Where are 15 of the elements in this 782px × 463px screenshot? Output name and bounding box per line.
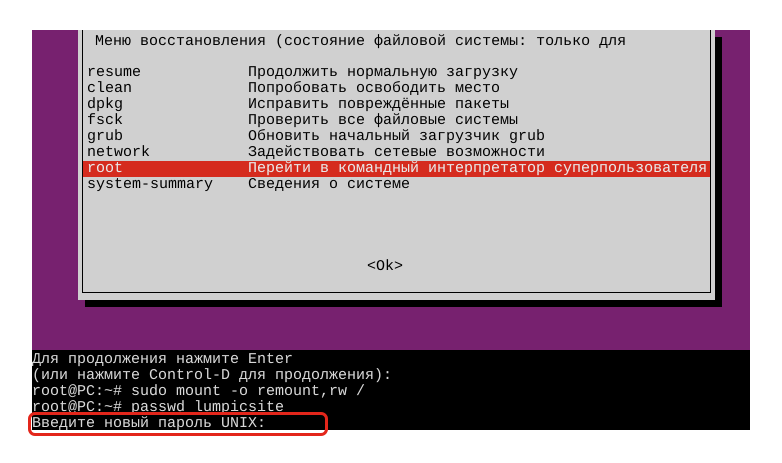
menu-item[interactable]: system-summary Сведения о системе — [83, 177, 710, 193]
menu-item[interactable]: root Перейти в командный интерпретатор суперпользователя — [83, 161, 710, 177]
menu-item[interactable]: resume Продолжить нормальную загрузку — [83, 65, 710, 81]
menu-item[interactable]: dpkg Исправить повреждённые пакеты — [83, 97, 710, 113]
ok-button[interactable]: <Ok> — [367, 259, 404, 275]
terminal-line: root@PC:~# passwd lumpicsite — [32, 400, 284, 416]
menu-item[interactable]: clean Попробовать освободить место — [83, 81, 710, 97]
terminal-line: root@PC:~# sudo mount -o remount,rw / — [32, 384, 366, 400]
terminal-line: Введите новый пароль UNIX: — [32, 416, 266, 432]
menu-item[interactable]: fsck Проверить все файловые системы — [83, 113, 710, 129]
terminal-line: Для продолжения нажмите Enter — [32, 352, 294, 368]
dialog-title: Меню восстановления (состояние файловой системы: только для — [94, 32, 628, 50]
terminal-line: (или нажмите Control-D для продолжения): — [32, 368, 392, 384]
menu-item[interactable]: grub Обновить начальный загрузчик grub — [83, 129, 710, 145]
menu-item[interactable]: network Задействовать сетевые возможности — [83, 145, 710, 161]
